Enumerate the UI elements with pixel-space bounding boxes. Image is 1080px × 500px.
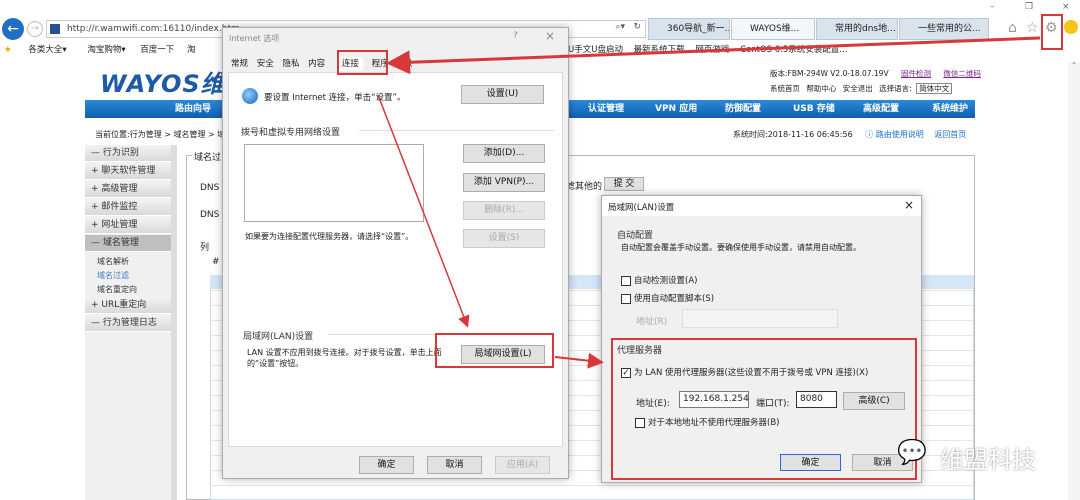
arrow-gear-to-tab	[386, 36, 1041, 75]
watermark: 维盟科技	[940, 446, 1036, 474]
wechat-icon: 💬	[897, 438, 927, 466]
annotation-arrows	[377, 36, 1041, 369]
arrow-lan-to-proxy	[554, 352, 604, 369]
arrow-setup-to-lan	[377, 94, 470, 328]
